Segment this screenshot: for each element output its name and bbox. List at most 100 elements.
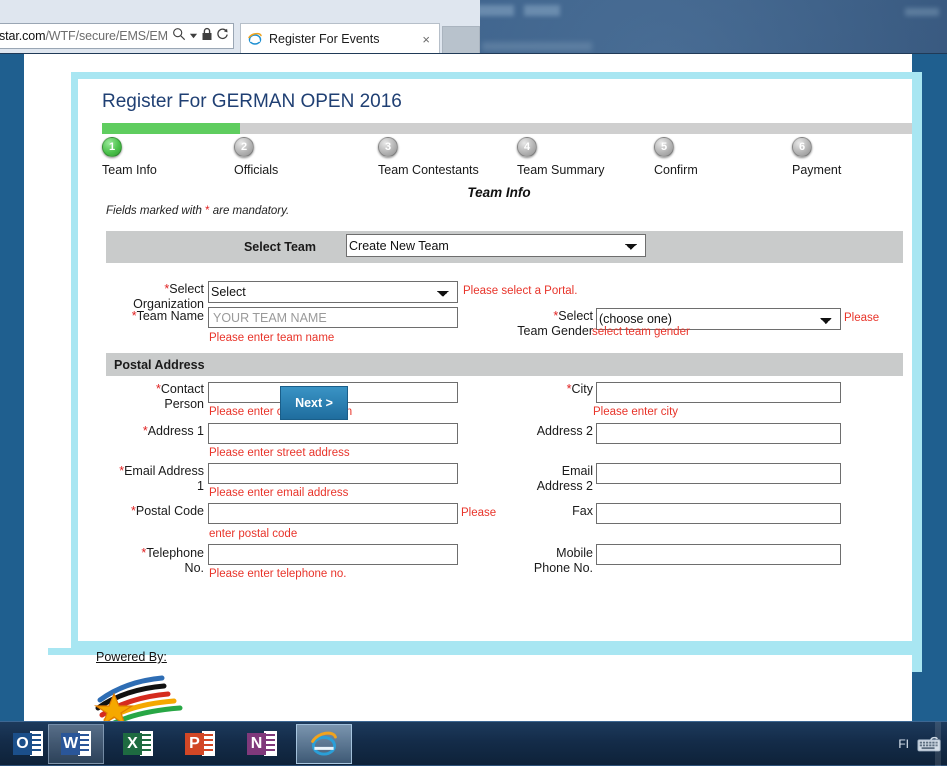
step-label: Confirm [654, 163, 698, 177]
label-line-1: Email [561, 464, 593, 478]
postal-address-bar [106, 353, 903, 376]
desktop-blurred-text [524, 5, 560, 16]
url-text[interactable]: star.com/WTF/secure/EMS/EM! [0, 29, 169, 43]
mobile-phone-no-label: Mobile Phone No. [503, 546, 593, 576]
telephone-no-input[interactable] [208, 544, 458, 565]
address-2-label: Address 2 [536, 424, 593, 438]
desktop-blurred-text [482, 42, 592, 51]
page-viewport: Register For GERMAN OPEN 2016 1 Team Inf… [24, 54, 912, 721]
page-title: Register For GERMAN OPEN 2016 [102, 91, 402, 112]
postal-code-input[interactable] [208, 503, 458, 524]
browser-tab[interactable]: Register For Events × [240, 23, 440, 54]
step-team-contestants[interactable]: 3 Team Contestants [378, 137, 479, 177]
email-address-1-error: Please enter email address [209, 487, 349, 499]
select-team-gender-error-2: select team gender [592, 326, 690, 338]
postal-code-error-1: Please [461, 507, 497, 519]
step-badge: 6 [792, 137, 812, 157]
step-confirm[interactable]: 5 Confirm [654, 137, 698, 177]
close-icon[interactable]: × [419, 32, 433, 47]
onenote-icon: N [247, 730, 277, 758]
taskbar-item-excel[interactable]: X [110, 724, 166, 764]
label-line-2: Address 2 [536, 479, 593, 493]
select-organization-error: Please select a Portal. [463, 285, 578, 297]
step-payment[interactable]: 6 Payment [792, 137, 841, 177]
label-line-1: Telephone [146, 546, 204, 560]
excel-icon: X [123, 730, 153, 758]
postal-address-header: Postal Address [114, 357, 205, 372]
label-line-2: Team Gender [517, 324, 593, 338]
address-bar[interactable]: star.com/WTF/secure/EMS/EM! [0, 23, 234, 49]
step-label: Team Contestants [378, 163, 479, 177]
contact-person-label: *Contact Person [116, 382, 204, 412]
label-text: Postal Code [135, 504, 204, 518]
taskbar-item-onenote[interactable]: N [234, 724, 290, 764]
taskbar-item-word[interactable]: W [48, 724, 104, 764]
desktop-blurred-text [905, 8, 939, 16]
step-team-info[interactable]: 1 Team Info [102, 137, 157, 177]
label-line-1: Select [558, 309, 593, 323]
label-line-2: 1 [197, 479, 204, 493]
address-1-input[interactable] [208, 423, 458, 444]
url-path: /WTF/secure/EMS/EM! [45, 29, 169, 43]
taskbar-item-internet-explorer[interactable] [296, 724, 352, 764]
postal-code-label: *Postal Code [116, 504, 204, 519]
label-text: Address 1 [147, 424, 204, 438]
select-team-dropdown[interactable]: Create New Team [346, 234, 646, 257]
team-name-label: *Team Name [118, 309, 204, 324]
telephone-no-error: Please enter telephone no. [209, 568, 347, 580]
select-team-label: Select Team [243, 240, 316, 254]
mobile-phone-no-input[interactable] [596, 544, 841, 565]
powerpoint-icon: P [185, 730, 215, 758]
email-address-1-input[interactable] [208, 463, 458, 484]
mandatory-note-after: are mandatory. [209, 205, 290, 217]
label-line-1: Contact [160, 382, 204, 396]
city-error: Please enter city [593, 406, 679, 418]
step-label: Officials [234, 163, 279, 177]
progress-bar-fill [102, 123, 240, 134]
refresh-icon[interactable] [216, 27, 229, 46]
section-title: Team Info [467, 185, 531, 200]
step-team-summary[interactable]: 4 Team Summary [517, 137, 605, 177]
label-line-1: Select [169, 282, 204, 296]
step-badge: 5 [654, 137, 674, 157]
tab-title: Register For Events [269, 32, 380, 46]
next-button[interactable]: Next > [280, 386, 348, 420]
show-desktop-button[interactable] [935, 722, 941, 766]
fax-input[interactable] [596, 503, 841, 524]
email-address-1-label: *Email Address 1 [106, 464, 204, 494]
select-organization-dropdown[interactable]: Select [208, 281, 458, 303]
lock-icon [201, 27, 213, 46]
step-label: Team Info [102, 163, 157, 177]
city-label: *City [518, 382, 593, 397]
telephone-no-label: *Telephone No. [116, 546, 204, 576]
registration-card: Register For GERMAN OPEN 2016 1 Team Inf… [71, 72, 912, 648]
new-tab-button[interactable] [442, 26, 480, 54]
internet-explorer-icon [309, 730, 339, 758]
label-text: Team Name [136, 309, 204, 323]
page-left-margin [0, 54, 24, 721]
url-host: star.com [0, 29, 46, 43]
search-icon[interactable] [172, 27, 186, 46]
taskbar-item-powerpoint[interactable]: P [172, 724, 228, 764]
step-officials[interactable]: 2 Officials [234, 137, 278, 177]
chevron-down-icon[interactable] [189, 27, 198, 45]
mandatory-fields-note: Fields marked with * are mandatory. [106, 205, 289, 217]
powered-by-logo [88, 670, 184, 721]
step-label: Payment [792, 163, 842, 177]
browser-window: star.com/WTF/secure/EMS/EM! Register For… [0, 0, 480, 54]
email-address-2-label: Email Address 2 [508, 464, 593, 494]
address-1-label: *Address 1 [116, 424, 204, 439]
label-line-2: No. [184, 561, 204, 575]
city-input[interactable] [596, 382, 841, 403]
progress-bar-track [102, 123, 912, 134]
step-badge: 4 [517, 137, 537, 157]
step-badge: 3 [378, 137, 398, 157]
postal-code-error-2: enter postal code [209, 528, 298, 540]
tab-strip: Register For Events × [240, 23, 480, 54]
step-indicator: 1 Team Info 2 Officials 3 Team Contestan… [102, 137, 912, 183]
language-indicator[interactable]: FI [898, 737, 909, 751]
team-name-input[interactable] [208, 307, 458, 328]
select-organization-label: *Select Organization [118, 282, 204, 312]
address-2-input[interactable] [596, 423, 841, 444]
email-address-2-input[interactable] [596, 463, 841, 484]
